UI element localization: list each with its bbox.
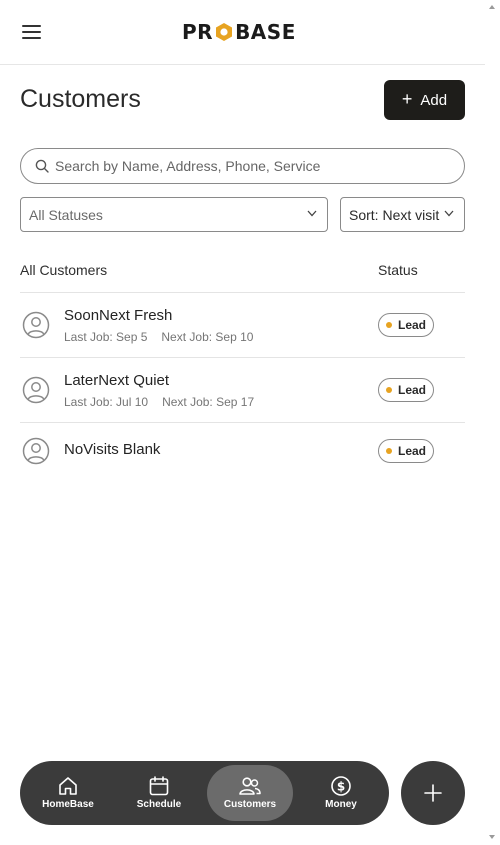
nav-label: HomeBase — [42, 799, 94, 810]
logo-text-left: PR — [182, 20, 214, 44]
header-status: Status — [378, 262, 418, 278]
customer-row[interactable]: LaterNext Quiet Last Job: Jul 10 Next Job… — [20, 358, 465, 423]
nav-item-homebase[interactable]: HomeBase — [25, 765, 111, 821]
nav-item-customers[interactable]: Customers — [207, 765, 293, 821]
search-bar[interactable] — [20, 148, 465, 184]
bottom-nav: HomeBase Schedule Customers $ Money — [20, 761, 389, 825]
customer-name: NoVisits Blank — [64, 441, 161, 458]
nav-item-money[interactable]: $ Money — [298, 765, 384, 821]
status-label: Lead — [397, 444, 426, 458]
page-title: Customers — [20, 85, 141, 113]
chevron-down-icon — [444, 210, 454, 217]
last-job: Last Job: Sep 5 — [64, 330, 148, 344]
search-icon — [35, 159, 49, 173]
status-badge: Lead — [378, 439, 434, 463]
user-avatar-icon — [22, 437, 50, 465]
scroll-down-arrow-icon[interactable] — [489, 835, 495, 839]
calendar-icon — [149, 776, 169, 796]
add-button-label: Add — [420, 91, 448, 109]
add-customer-button[interactable]: + Add — [384, 80, 465, 120]
scroll-up-arrow-icon[interactable] — [489, 5, 495, 9]
home-icon — [59, 777, 77, 795]
chevron-down-icon — [307, 210, 317, 217]
svg-text:$: $ — [337, 780, 345, 794]
next-job: Next Job: Sep 10 — [161, 330, 254, 344]
customer-row[interactable]: SoonNext Fresh Last Job: Sep 5 Next Job: … — [20, 293, 465, 358]
dollar-icon: $ — [331, 776, 351, 796]
user-avatar-icon — [22, 376, 50, 404]
next-job: Next Job: Sep 17 — [162, 395, 255, 409]
status-filter-select[interactable]: All Statuses — [20, 197, 328, 232]
customer-row[interactable]: NoVisits Blank Lead — [20, 423, 465, 479]
quick-add-fab-button[interactable] — [401, 761, 465, 825]
header-all-customers: All Customers — [20, 262, 108, 278]
probase-logo: PR BASE — [182, 20, 296, 44]
customer-list-header: All Customers Status — [20, 262, 465, 293]
status-badge: Lead — [378, 378, 434, 402]
last-job: Last Job: Jul 10 — [64, 395, 149, 409]
logo-hex-icon — [216, 23, 233, 41]
users-icon — [239, 777, 261, 795]
customer-meta: Last Job: Jul 10 Next Job: Sep 17 — [64, 395, 254, 409]
nav-item-schedule[interactable]: Schedule — [116, 765, 202, 821]
customer-meta: Last Job: Sep 5 Next Job: Sep 10 — [64, 330, 253, 344]
logo-text-right: BASE — [235, 20, 296, 44]
search-input[interactable] — [55, 158, 435, 174]
customer-name: SoonNext Fresh — [64, 307, 173, 324]
plus-icon — [424, 784, 442, 802]
hamburger-menu-icon[interactable] — [22, 24, 42, 40]
top-bar: PR BASE — [0, 0, 485, 65]
user-avatar-icon — [22, 311, 50, 339]
status-dot — [385, 322, 392, 328]
plus-icon: + — [401, 89, 413, 109]
nav-label: Money — [325, 799, 357, 810]
status-label: Lead — [397, 383, 426, 397]
app-root: PR BASE Customers + Add All Statuses Sor… — [0, 0, 485, 845]
customer-name: LaterNext Quiet — [64, 372, 170, 389]
status-dot — [385, 448, 392, 454]
nav-label: Customers — [223, 799, 277, 810]
sort-value: Sort: Next visit — [349, 206, 440, 223]
status-filter-value: All Statuses — [29, 206, 103, 223]
status-label: Lead — [397, 318, 426, 332]
status-dot — [385, 387, 392, 393]
status-badge: Lead — [378, 313, 434, 337]
page-scrollbar[interactable] — [485, 0, 500, 845]
sort-select[interactable]: Sort: Next visit — [340, 197, 465, 232]
nav-label: Schedule — [136, 799, 182, 810]
